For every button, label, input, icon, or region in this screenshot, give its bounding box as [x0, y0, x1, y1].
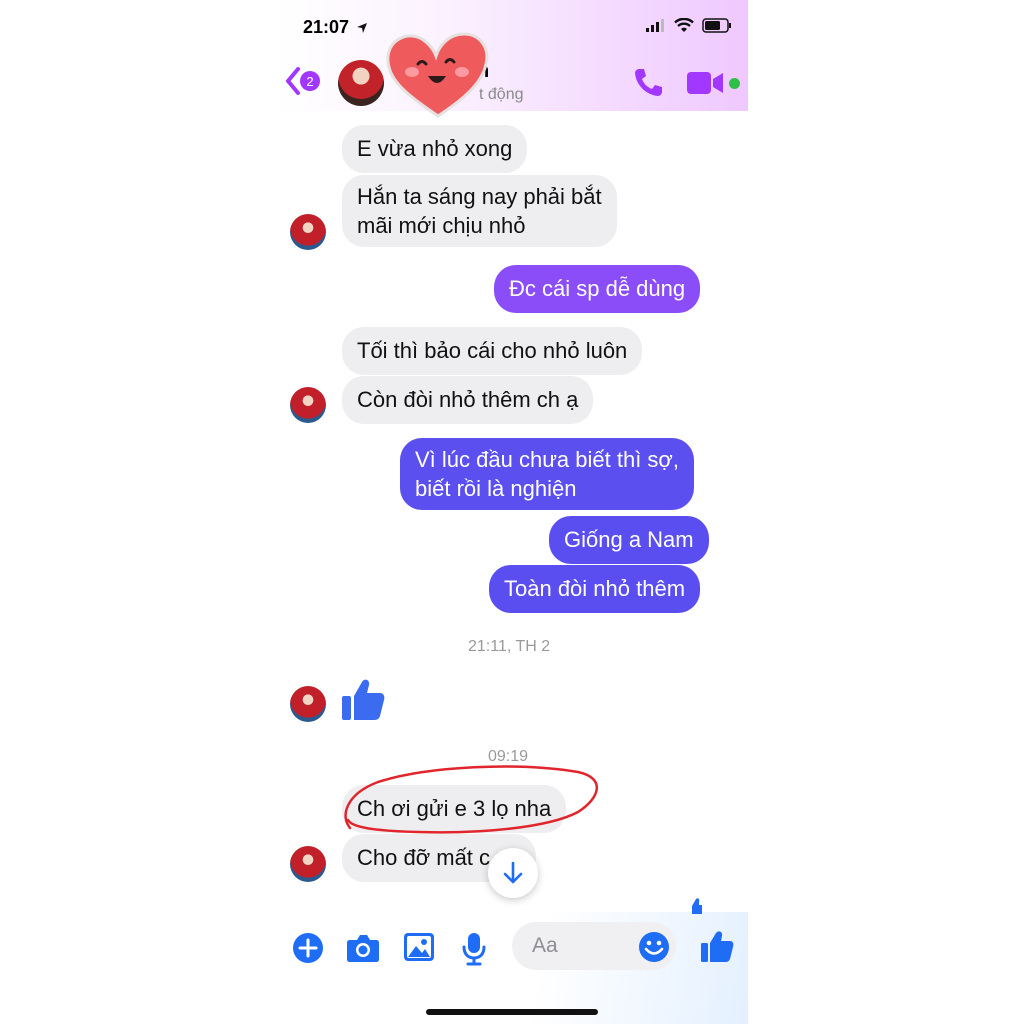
- microphone-icon[interactable]: [462, 932, 486, 966]
- unread-badge: 2: [300, 71, 320, 91]
- outgoing-message[interactable]: Vì lúc đầu chưa biết thì sợ, biết rồi là…: [400, 438, 694, 510]
- message-line: Hắn ta sáng nay phải bắt: [357, 184, 602, 209]
- plus-icon[interactable]: [292, 932, 324, 964]
- status-time: 21:07: [303, 17, 350, 37]
- sender-avatar: [290, 387, 326, 423]
- composer-bar: [276, 912, 748, 1024]
- message-line: biết rồi là nghiện: [415, 476, 577, 501]
- home-indicator: [426, 1009, 598, 1015]
- message-line: Vì lúc đầu chưa biết thì sợ,: [415, 447, 679, 472]
- outgoing-message[interactable]: Toàn đòi nhỏ thêm: [489, 565, 701, 613]
- online-indicator: [729, 78, 740, 89]
- sender-avatar: [290, 686, 326, 722]
- timestamp: 21:11, TH 2: [468, 638, 551, 655]
- outgoing-message[interactable]: Giống a Nam: [549, 516, 709, 564]
- red-circle-annotation: [344, 765, 599, 834]
- video-icon[interactable]: [686, 70, 726, 96]
- chat-header: 21:07 2 h: [276, 0, 748, 118]
- incoming-message[interactable]: Hắn ta sáng nay phải bắt mãi mới chịu nh…: [342, 175, 617, 247]
- phone-icon[interactable]: [632, 66, 664, 98]
- heart-sticker-icon: [386, 32, 489, 118]
- thumbs-up-icon: [342, 679, 385, 720]
- incoming-message[interactable]: Tối thì bảo cái cho nhỏ luôn: [342, 327, 643, 375]
- location-arrow-icon: [357, 23, 367, 33]
- arrow-down-icon: [503, 861, 523, 884]
- gallery-icon[interactable]: [403, 932, 435, 962]
- signal-icon: [646, 19, 664, 32]
- wifi-icon: [674, 18, 694, 32]
- outgoing-message[interactable]: Đc cái sp dễ dùng: [494, 265, 701, 313]
- message-input-placeholder: Aa: [532, 934, 558, 957]
- scroll-to-bottom-button[interactable]: [488, 848, 538, 898]
- back-button[interactable]: 2: [284, 66, 320, 96]
- thumbs-up-icon: [692, 898, 702, 914]
- camera-icon[interactable]: [346, 932, 380, 964]
- smiley-icon[interactable]: [638, 931, 670, 963]
- status-icons: [646, 18, 732, 33]
- incoming-message[interactable]: Còn đòi nhỏ thêm ch ạ: [342, 376, 594, 424]
- battery-icon: [702, 18, 731, 33]
- incoming-message[interactable]: E vừa nhỏ xong: [342, 125, 528, 173]
- sender-avatar: [290, 214, 326, 250]
- messenger-screen: 21:07 2 h: [276, 0, 748, 1024]
- message-line: mãi mới chịu nhỏ: [357, 213, 526, 238]
- sender-avatar: [290, 846, 326, 882]
- thumbs-up-icon[interactable]: [700, 929, 734, 963]
